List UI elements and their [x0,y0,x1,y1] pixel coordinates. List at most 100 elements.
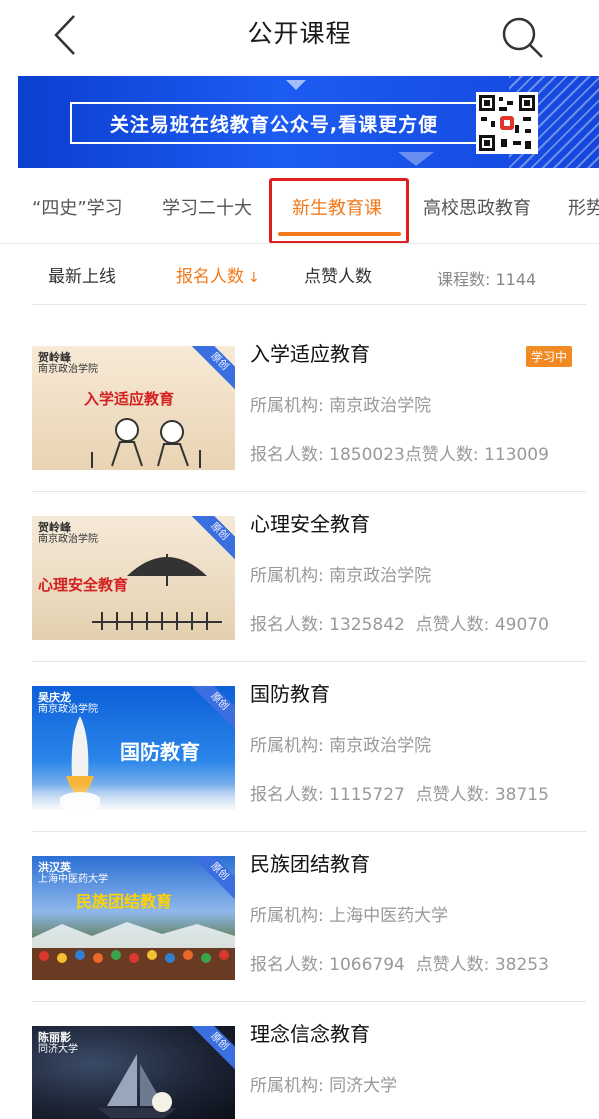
course-title: 理念信念教育 [250,1022,370,1046]
likes-label: 点赞人数: [415,785,490,805]
sort-likes[interactable]: 点赞人数 [304,262,372,287]
org-value: 同济大学 [329,1076,398,1096]
original-ribbon: 原创 [186,686,235,735]
org-label: 所属机构: [250,396,324,416]
thumb-author-school: 南京政治学院 [38,534,98,545]
likes-value: 38253 [494,955,549,975]
course-stats: 报名人数: 1066794 点赞人数: 38253 [250,950,549,975]
signups-label: 报名人数: [250,615,324,635]
signups-label: 报名人数: [250,785,324,805]
thumb-title: 国防教育 [120,740,200,764]
course-item[interactable]: 贺岭峰 南京政治学院 心理安全教育 原创 心理安全教育 所属机构: 南京政治学院… [32,476,586,646]
org-value: 南京政治学院 [329,736,432,756]
promo-banner[interactable]: 关注易班在线教育公众号,看课更方便 [18,76,599,168]
course-org: 所属机构: 南京政治学院 [250,391,431,416]
course-count-label: 课程数: [437,270,491,289]
crowd-icon [32,922,235,980]
course-stats: 报名人数: 1325842 点赞人数: 49070 [250,610,549,635]
signups-label: 报名人数: [250,955,324,975]
likes-label: 点赞人数: [415,615,490,635]
clouds [32,784,235,810]
course-count-value: 1144 [495,270,537,289]
umbrella-icon [127,554,207,586]
sailboat-icon [97,1054,177,1118]
thumb-author: 贺岭峰 南京政治学院 [38,522,98,546]
banner-text: 关注易班在线教育公众号,看课更方便 [109,113,439,136]
course-item[interactable]: 洪汉英 上海中医药大学 民族团结教育 原创 民族团结教育 所属机构: 上海中医药… [32,816,586,986]
divider [0,243,599,244]
course-title: 民族团结教育 [250,852,370,876]
status-badge: 学习中 [526,346,573,367]
tab-freshman-education[interactable]: 新生教育课 [292,194,382,220]
tab-ideological-education[interactable]: 高校思政教育 [423,194,531,220]
likes-value: 38715 [494,785,549,805]
thumb-author-school: 上海中医药大学 [38,874,108,885]
course-item[interactable]: 陈丽影 同济大学 原创 理念信念教育 所属机构: 同济大学 [32,986,586,1119]
thumb-author-name: 贺岭峰 [38,351,71,364]
tab-twentieth-congress[interactable]: 学习二十大 [162,194,252,220]
thumb-title: 民族团结教育 [76,892,173,911]
original-ribbon: 原创 [186,346,235,395]
course-org: 所属机构: 同济大学 [250,1071,397,1096]
thumb-author: 洪汉英 上海中医药大学 [38,862,108,886]
thumb-author-school: 南京政治学院 [38,704,98,715]
course-thumbnail: 吴庆龙 南京政治学院 国防教育 原创 [32,686,235,810]
thumb-author-school: 南京政治学院 [38,364,98,375]
likes-label: 点赞人数: [415,955,490,975]
thumb-author-name: 陈丽影 [38,1031,71,1044]
likes-label: 点赞人数: [404,445,479,465]
banner-decoration [286,80,306,90]
thumb-author-name: 贺岭峰 [38,521,71,534]
signups-label: 报名人数: [250,445,324,465]
course-org: 所属机构: 南京政治学院 [250,731,431,756]
course-stats: 报名人数: 1850023点赞人数: 113009 [250,440,549,465]
course-thumbnail: 陈丽影 同济大学 原创 [32,1026,235,1119]
course-thumbnail: 洪汉英 上海中医药大学 民族团结教育 原创 [32,856,235,980]
illustration-icon [91,418,201,468]
org-value: 南京政治学院 [329,566,432,586]
org-label: 所属机构: [250,1076,324,1096]
signups-value: 1115727 [329,785,405,805]
thumb-author-name: 吴庆龙 [38,691,71,704]
original-ribbon: 原创 [186,1026,235,1075]
top-bar: 公开课程 [0,0,599,70]
signups-value: 1325842 [329,615,405,635]
arrow-down-icon: ↓ [248,270,260,286]
search-icon[interactable] [498,14,546,60]
org-label: 所属机构: [250,566,324,586]
thumb-title: 入学适应教育 [84,390,175,408]
org-value: 南京政治学院 [329,396,432,416]
course-org: 所属机构: 上海中医药大学 [250,901,448,926]
banner-frame: 关注易班在线教育公众号,看课更方便 [70,102,478,144]
course-stats: 报名人数: 1115727 点赞人数: 38715 [250,780,549,805]
org-value: 上海中医药大学 [329,906,449,926]
thumb-author-school: 同济大学 [38,1044,78,1055]
divider [32,304,586,305]
sort-signups[interactable]: 报名人数 ↓ [176,262,260,287]
course-thumbnail: 贺岭峰 南京政治学院 心理安全教育 原创 [32,516,235,640]
likes-value: 113009 [484,445,549,465]
thumb-author: 贺岭峰 南京政治学院 [38,352,98,376]
course-item[interactable]: 吴庆龙 南京政治学院 国防教育 原创 国防教育 所属机构: 南京政治学院 报名人… [32,646,586,816]
sort-bar: 最新上线 报名人数 ↓ 点赞人数 课程数: 1144 [0,250,599,302]
banner-decoration [398,152,434,166]
original-ribbon: 原创 [186,856,235,905]
thumb-author-name: 洪汉英 [38,861,71,874]
course-thumbnail: 贺岭峰 南京政治学院 入学适应教育 原创 [32,346,235,470]
course-title: 入学适应教育 [250,342,370,366]
thumb-author: 吴庆龙 南京政治学院 [38,692,98,716]
qr-code-icon [476,92,538,154]
sort-signups-label: 报名人数 [176,267,244,287]
tab-situation[interactable]: 形势 [568,194,599,220]
org-label: 所属机构: [250,906,324,926]
course-count: 课程数: 1144 [437,266,536,290]
sort-latest[interactable]: 最新上线 [48,262,116,287]
active-tab-indicator [278,232,401,236]
tab-four-histories[interactable]: “四史”学习 [32,194,123,220]
course-title: 国防教育 [250,682,330,706]
signups-value: 1850023 [329,445,405,465]
course-title: 心理安全教育 [250,512,370,536]
thumb-title: 心理安全教育 [38,576,129,594]
course-item[interactable]: 贺岭峰 南京政治学院 入学适应教育 原创 入学适应教育 学习中 所属机构: 南京… [32,306,586,476]
org-label: 所属机构: [250,736,324,756]
